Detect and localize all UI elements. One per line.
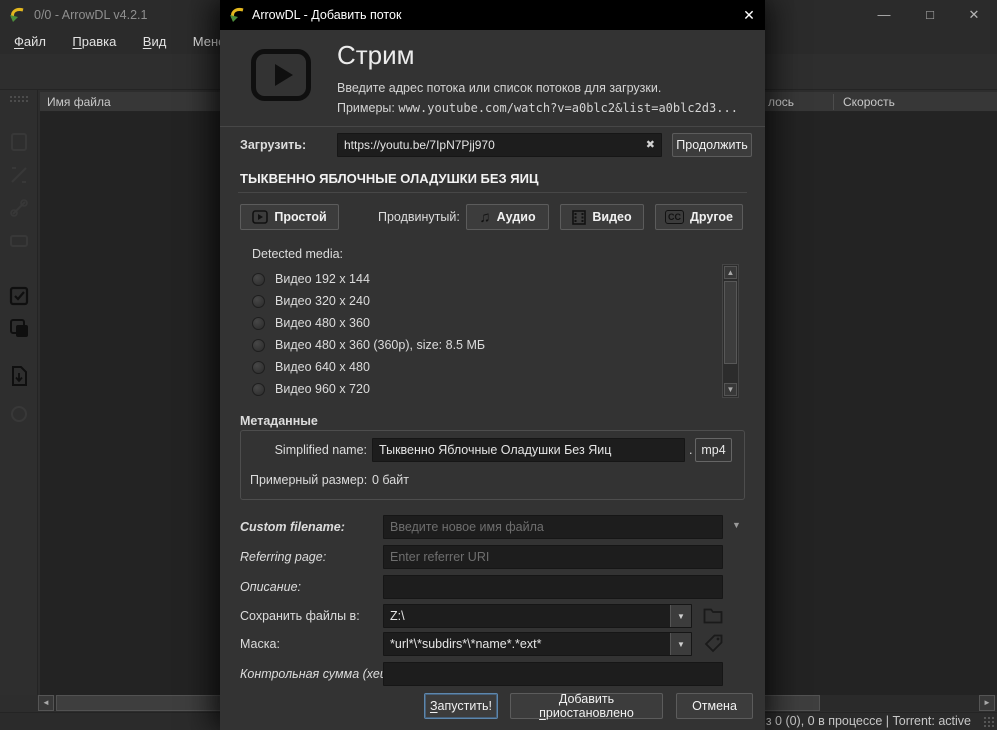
- save-path-label: Сохранить файлы в:: [240, 609, 360, 623]
- description-input[interactable]: [383, 575, 723, 599]
- disabled-tool-icon: [7, 229, 31, 253]
- simplified-name-input[interactable]: [372, 438, 685, 462]
- column-speed[interactable]: Скорость: [843, 92, 895, 112]
- description-label: Описание:: [240, 580, 301, 594]
- referring-page-label: Referring page:: [240, 550, 326, 564]
- dialog-titlebar: ArrowDL - Добавить поток ✕: [220, 0, 765, 30]
- download-file-icon[interactable]: [7, 364, 31, 388]
- media-option[interactable]: Видео 480 x 360 (360p), size: 8.5 МБ: [252, 335, 485, 355]
- music-note-icon: ♫: [479, 209, 490, 226]
- arrowdl-logo-icon: [10, 7, 26, 23]
- copy-icon[interactable]: [7, 316, 31, 340]
- video-button[interactable]: Видео: [560, 204, 644, 230]
- app-screen: 0/0 - ArrowDL v4.2.1 — □ ✕ Файл Правка В…: [0, 0, 997, 730]
- stream-url-input[interactable]: [337, 133, 662, 157]
- detected-media-label: Detected media:: [252, 247, 343, 261]
- save-path-combo[interactable]: Z:\ ▼: [383, 604, 692, 628]
- media-option[interactable]: Видео 480 x 360: [252, 313, 370, 333]
- disabled-tool-icon: [7, 196, 31, 220]
- radio-icon[interactable]: [252, 273, 265, 286]
- combo-arrow-icon[interactable]: ▼: [670, 605, 691, 627]
- radio-icon[interactable]: [252, 383, 265, 396]
- radio-icon[interactable]: [252, 361, 265, 374]
- add-stream-dialog: ArrowDL - Добавить поток ✕ Стрим Введите…: [220, 0, 765, 730]
- column-filename[interactable]: Имя файла: [47, 92, 111, 112]
- metadata-group-title: Метаданные: [240, 414, 318, 428]
- scroll-down-icon[interactable]: ▼: [724, 383, 737, 396]
- media-option[interactable]: Видео 640 x 480: [252, 357, 370, 377]
- estimated-size-value: 0 байт: [372, 473, 409, 487]
- main-window-title: 0/0 - ArrowDL v4.2.1: [34, 0, 147, 30]
- custom-filename-label: Custom filename:: [240, 520, 345, 534]
- start-button[interactable]: Запустить!: [424, 693, 498, 719]
- disabled-tool-icon: [7, 163, 31, 187]
- column-remaining[interactable]: лось: [768, 92, 794, 112]
- radio-icon[interactable]: [252, 295, 265, 308]
- mask-combo[interactable]: *url*\*subdirs*\*name*.*ext* ▼: [383, 632, 692, 656]
- url-field-wrap: ✖: [337, 133, 662, 157]
- radio-icon[interactable]: [252, 317, 265, 330]
- mask-label: Маска:: [240, 637, 280, 651]
- tag-icon[interactable]: [704, 634, 723, 653]
- arrowdl-logo-icon: [230, 7, 246, 23]
- menu-view[interactable]: Вид: [132, 30, 178, 54]
- combo-arrow-icon[interactable]: ▼: [670, 633, 691, 655]
- menu-file[interactable]: Файл: [3, 30, 57, 54]
- cc-icon: CC: [665, 210, 684, 224]
- custom-filename-input[interactable]: [383, 515, 723, 539]
- media-option[interactable]: Видео 320 x 240: [252, 291, 370, 311]
- close-icon[interactable]: ✕: [951, 0, 997, 30]
- referring-page-input[interactable]: [383, 545, 723, 569]
- resize-grip[interactable]: [983, 716, 994, 727]
- scroll-left-icon[interactable]: ◄: [38, 695, 54, 711]
- simple-mode-button[interactable]: Простой: [240, 204, 339, 230]
- folder-icon[interactable]: [703, 606, 723, 624]
- dialog-examples: Примеры: www.youtube.com/watch?v=a0blc2&…: [337, 101, 738, 115]
- select-all-icon[interactable]: [7, 284, 31, 308]
- simplified-name-label: Simplified name:: [250, 443, 367, 457]
- minimize-icon[interactable]: —: [861, 0, 907, 30]
- continue-button[interactable]: Продолжить: [672, 133, 752, 157]
- play-icon: [252, 210, 268, 224]
- disabled-tool-icon: [7, 402, 31, 426]
- extension-field[interactable]: mp4: [695, 438, 732, 462]
- advanced-label: Продвинутый:: [378, 210, 460, 224]
- example-url: www.youtube.com/watch?v=a0blc2&list=a0bl…: [398, 101, 738, 115]
- film-icon: [572, 210, 586, 225]
- media-option[interactable]: Видео 192 x 144: [252, 269, 370, 289]
- status-text: 0 из 0 (0), 0 в процессе | Torrent: acti…: [748, 713, 971, 730]
- dialog-close-icon[interactable]: ✕: [733, 0, 765, 30]
- dialog-title: ArrowDL - Добавить поток: [252, 0, 401, 30]
- download-label: Загрузить:: [240, 138, 306, 152]
- other-button[interactable]: CC Другое: [655, 204, 743, 230]
- media-list-scrollbar[interactable]: ▲ ▼: [722, 264, 739, 398]
- chevron-down-icon[interactable]: ▼: [732, 520, 741, 530]
- sidebar-drag-handle[interactable]: [9, 95, 29, 103]
- dot-separator: .: [689, 443, 692, 457]
- maximize-icon[interactable]: □: [907, 0, 953, 30]
- dialog-heading: Стрим: [337, 40, 415, 71]
- scroll-right-icon[interactable]: ►: [979, 695, 995, 711]
- checksum-input[interactable]: [383, 662, 723, 686]
- menu-edit[interactable]: Правка: [61, 30, 127, 54]
- disabled-tool-icon: [7, 130, 31, 154]
- separator: [238, 192, 747, 193]
- radio-icon[interactable]: [252, 339, 265, 352]
- stream-badge-icon: [250, 48, 312, 102]
- cancel-button[interactable]: Отмена: [676, 693, 753, 719]
- clear-url-icon[interactable]: ✖: [646, 138, 655, 151]
- scroll-up-icon[interactable]: ▲: [724, 266, 737, 279]
- add-paused-button[interactable]: Добавить приостановлено: [510, 693, 663, 719]
- separator: [220, 126, 765, 127]
- left-toolbar: [0, 90, 38, 695]
- media-scroll-thumb[interactable]: [724, 281, 737, 364]
- stream-title: ТЫКВЕННО ЯБЛОЧНЫЕ ОЛАДУШКИ БЕЗ ЯИЦ: [240, 171, 539, 186]
- checksum-label: Контрольная сумма (хеш):: [240, 667, 398, 681]
- dialog-subtitle: Введите адрес потока или список потоков …: [337, 81, 661, 95]
- audio-button[interactable]: ♫ Аудио: [466, 204, 549, 230]
- column-separator[interactable]: [833, 94, 834, 110]
- estimated-size-label: Примерный размер:: [250, 473, 367, 487]
- media-option[interactable]: Видео 960 x 720: [252, 379, 370, 399]
